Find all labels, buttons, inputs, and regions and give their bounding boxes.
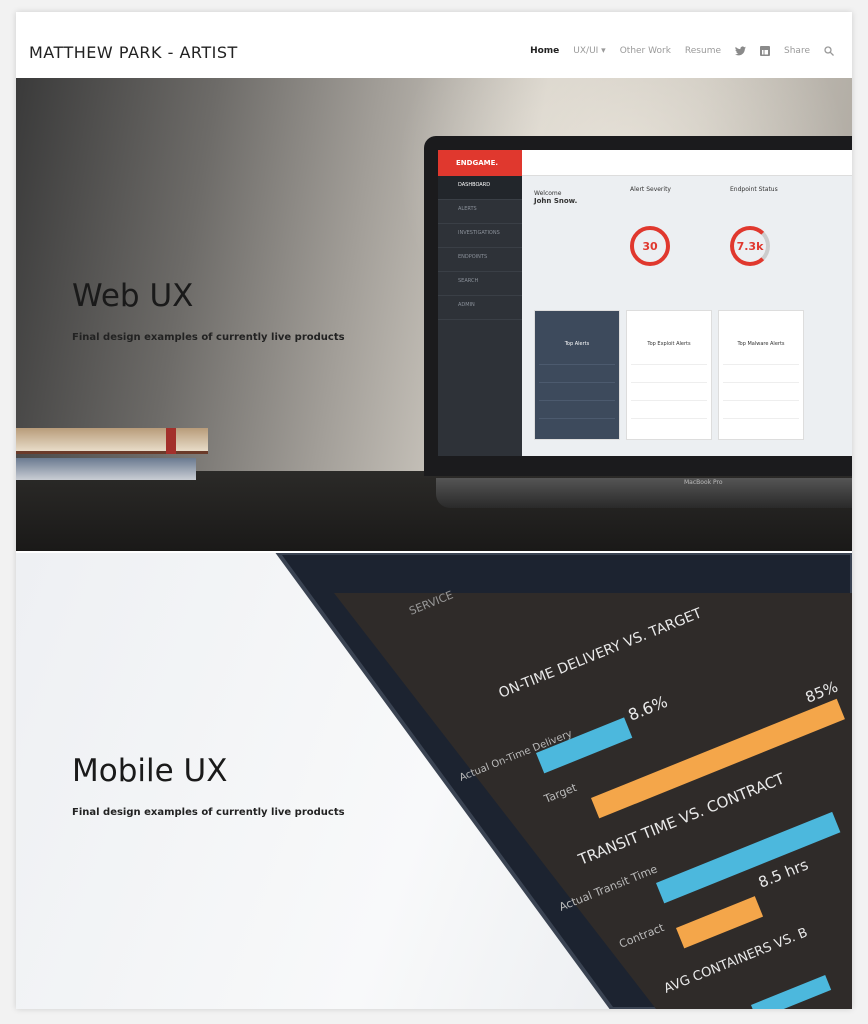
site-header: MATTHEW PARK - ARTIST Home UX/UI ▾ Other… bbox=[16, 12, 852, 78]
nav-resume[interactable]: Resume bbox=[685, 46, 721, 56]
mock-nav-item: ADMIN bbox=[438, 296, 522, 320]
books-image bbox=[16, 428, 208, 498]
web-ux-section[interactable]: ENDGAME. DASHBOARD ALERTS INVESTIGATIONS… bbox=[16, 78, 852, 551]
kpi-label: Endpoint Status bbox=[730, 186, 778, 193]
mock-nav-item: INVESTIGATIONS bbox=[438, 224, 522, 248]
mock-topbar bbox=[522, 150, 852, 176]
dashboard-sidebar: ENDGAME. DASHBOARD ALERTS INVESTIGATIONS… bbox=[438, 150, 522, 456]
mock-nav-item: DASHBOARD bbox=[438, 176, 522, 200]
kpi-ring: 7.3k bbox=[730, 226, 770, 266]
kpi-label: Alert Severity bbox=[630, 186, 671, 193]
dashboard-screen: ENDGAME. DASHBOARD ALERTS INVESTIGATIONS… bbox=[438, 150, 852, 456]
section-title[interactable]: Mobile UX bbox=[72, 753, 227, 789]
mock-card: Top Malware Alerts bbox=[718, 310, 804, 440]
endgame-logo: ENDGAME. bbox=[438, 150, 522, 176]
nav-home[interactable]: Home bbox=[530, 46, 559, 56]
card-title: Top Alerts bbox=[564, 341, 590, 347]
section-title[interactable]: Web UX bbox=[72, 278, 193, 314]
site-brand[interactable]: MATTHEW PARK - ARTIST bbox=[29, 43, 238, 62]
card-title: Top Exploit Alerts bbox=[647, 341, 691, 347]
nav-other-work[interactable]: Other Work bbox=[620, 46, 671, 56]
mock-card: Top Exploit Alerts bbox=[626, 310, 712, 440]
mock-nav-item: ENDPOINTS bbox=[438, 248, 522, 272]
mock-card: Top Alerts bbox=[534, 310, 620, 440]
laptop-mockup: ENDGAME. DASHBOARD ALERTS INVESTIGATIONS… bbox=[424, 136, 852, 476]
card-title: Top Malware Alerts bbox=[737, 341, 785, 347]
mock-nav-item: ALERTS bbox=[438, 200, 522, 224]
welcome-text: Welcome bbox=[534, 190, 562, 197]
mock-nav-item: SEARCH bbox=[438, 272, 522, 296]
device-label: MacBook Pro bbox=[684, 479, 723, 486]
page-frame: MATTHEW PARK - ARTIST Home UX/UI ▾ Other… bbox=[16, 12, 852, 1009]
linkedin-icon[interactable] bbox=[760, 46, 771, 56]
mock-cards: Top Alerts Top Exploit Alerts Top Malwar… bbox=[534, 310, 804, 440]
kpi-ring: 30 bbox=[630, 226, 670, 266]
nav-ux-ui[interactable]: UX/UI ▾ bbox=[573, 46, 605, 56]
mock-welcome: Welcome John Snow. bbox=[534, 190, 577, 205]
user-name: John Snow. bbox=[534, 197, 578, 205]
nav-share[interactable]: Share bbox=[784, 46, 810, 56]
section-subtitle: Final design examples of currently live … bbox=[72, 332, 345, 343]
mobile-ux-section[interactable]: SERVICE ON-TIME DELIVERY VS. TARGET Actu… bbox=[16, 553, 852, 1009]
main-nav: Home UX/UI ▾ Other Work Resume Share bbox=[530, 46, 834, 56]
twitter-icon[interactable] bbox=[735, 46, 747, 56]
section-subtitle: Final design examples of currently live … bbox=[72, 807, 345, 818]
search-icon[interactable] bbox=[824, 46, 834, 56]
laptop-base bbox=[436, 478, 852, 508]
